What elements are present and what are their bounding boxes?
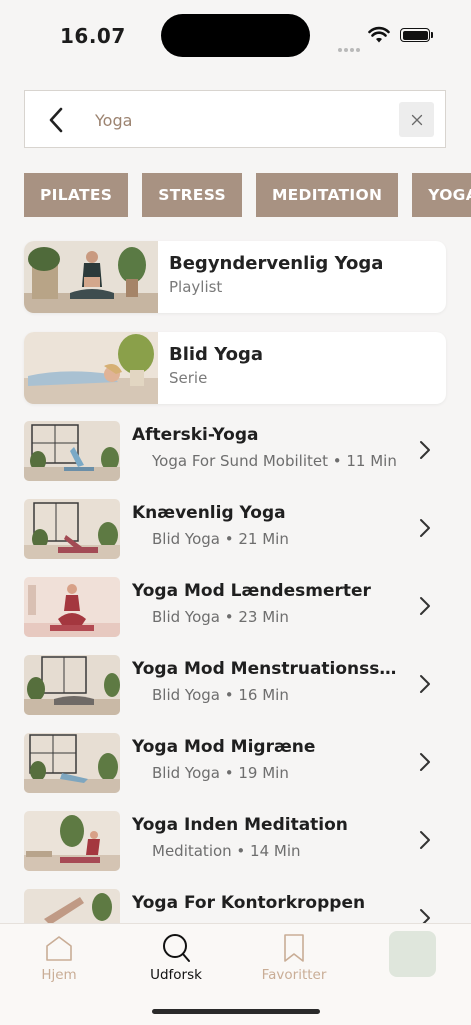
card-title: Blid Yoga: [169, 344, 263, 365]
list-item[interactable]: Yoga Mod Lændesmerter Blid Yoga • 23 Min: [24, 575, 446, 641]
session-meta: Blid Yoga • 19 Min: [152, 764, 289, 782]
tab-favorites-label: Favoritter: [261, 967, 327, 983]
chevron-right-icon: [420, 441, 430, 459]
session-title: Yoga For Kontorkroppen: [132, 893, 366, 913]
card-subtitle: Playlist: [169, 278, 223, 296]
chip-stress[interactable]: STRESS: [142, 173, 242, 217]
search-icon: [163, 934, 190, 962]
chevron-left-icon[interactable]: [43, 105, 71, 135]
tab-explore[interactable]: Udforsk: [131, 932, 221, 983]
session-meta: Blid Yoga • 21 Min: [152, 530, 289, 548]
chip-pilates[interactable]: PILATES: [24, 173, 129, 217]
card-title: Begyndervenlig Yoga: [169, 253, 384, 274]
session-meta: Yoga For Sund Mobilitet • 11 Min: [152, 452, 397, 470]
session-thumbnail-image: [24, 421, 120, 481]
session-title: Yoga Inden Meditation: [132, 815, 348, 835]
chevron-right-icon: [420, 597, 430, 615]
tab-home-label: Hjem: [41, 967, 77, 983]
list-item[interactable]: Yoga Mod Menstruationssmert… Blid Yoga •…: [24, 653, 446, 719]
clear-search-button[interactable]: [399, 102, 434, 137]
featured-card-series[interactable]: Blid Yoga Serie: [24, 332, 446, 404]
battery-icon: [400, 28, 430, 42]
tab-explore-label: Udforsk: [150, 967, 202, 983]
session-thumbnail-image: [24, 811, 120, 871]
session-title: Yoga Mod Migræne: [132, 737, 316, 757]
session-thumbnail-image: [24, 577, 120, 637]
close-icon: [411, 114, 422, 125]
chip-meditation[interactable]: MEDITATION: [255, 173, 399, 217]
battery-tip: [431, 32, 433, 38]
category-chips: PILATES STRESS MEDITATION YOGA: [24, 173, 471, 217]
home-indicator: [152, 1009, 320, 1014]
status-time: 16.07: [60, 24, 126, 48]
list-item[interactable]: Yoga Mod Migræne Blid Yoga • 19 Min: [24, 731, 446, 797]
session-title: Yoga Mod Menstruationssmert…: [132, 659, 412, 679]
card-thumbnail-image: [24, 241, 158, 313]
list-item[interactable]: Knævenlig Yoga Blid Yoga • 21 Min: [24, 497, 446, 563]
tab-favorites[interactable]: Favoritter: [249, 932, 339, 983]
dynamic-island: [161, 14, 310, 57]
chip-yoga[interactable]: YOGA: [412, 173, 471, 217]
list-item[interactable]: Afterski-Yoga Yoga For Sund Mobilitet • …: [24, 419, 446, 485]
tab-bar: Hjem Udforsk Favoritter: [0, 923, 471, 1025]
tab-home[interactable]: Hjem: [14, 932, 104, 983]
wifi-icon: [368, 26, 390, 43]
chevron-right-icon: [420, 831, 430, 849]
session-meta: Meditation • 14 Min: [152, 842, 301, 860]
session-thumbnail-image: [24, 499, 120, 559]
featured-card-playlist[interactable]: Begyndervenlig Yoga Playlist: [24, 241, 446, 313]
chevron-right-icon: [420, 519, 430, 537]
bookmark-icon: [284, 934, 304, 962]
session-title: Yoga Mod Lændesmerter: [132, 581, 371, 601]
session-title: Knævenlig Yoga: [132, 503, 286, 523]
search-input[interactable]: [95, 103, 395, 137]
status-bar: 16.07: [0, 0, 471, 72]
cellular-signal-icon: [338, 37, 362, 52]
card-thumbnail-image: [24, 332, 158, 404]
session-title: Afterski-Yoga: [132, 425, 259, 445]
session-meta: Blid Yoga • 23 Min: [152, 608, 289, 626]
chevron-right-icon: [420, 675, 430, 693]
house-icon: [46, 936, 72, 961]
card-subtitle: Serie: [169, 369, 208, 387]
search-bar: [24, 90, 446, 148]
chevron-right-icon: [420, 753, 430, 771]
session-thumbnail-image: [24, 733, 120, 793]
list-item[interactable]: Yoga Inden Meditation Meditation • 14 Mi…: [24, 809, 446, 875]
session-meta: Blid Yoga • 16 Min: [152, 686, 289, 704]
tab-extra-button[interactable]: [389, 931, 436, 977]
session-thumbnail-image: [24, 655, 120, 715]
